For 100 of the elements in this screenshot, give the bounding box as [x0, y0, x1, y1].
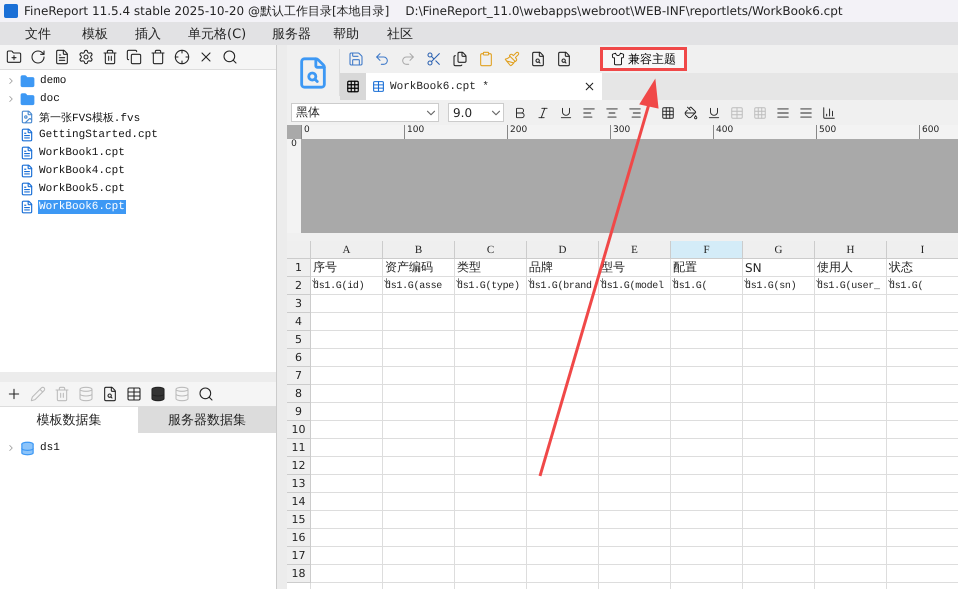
- column-header[interactable]: C: [455, 241, 527, 259]
- row-header[interactable]: 9: [287, 403, 311, 421]
- chart-icon[interactable]: [822, 106, 836, 120]
- cut-icon[interactable]: [426, 51, 442, 67]
- row-header[interactable]: 1: [287, 259, 311, 277]
- close-icon[interactable]: [583, 80, 596, 93]
- search-icon[interactable]: [530, 51, 546, 67]
- search-icon[interactable]: [222, 49, 238, 65]
- menu-item[interactable]: 模板: [82, 24, 135, 42]
- row-header[interactable]: 17: [287, 547, 311, 565]
- ruler-label: 500: [816, 125, 919, 139]
- file-path: D:\FineReport_11.0\webapps\webroot\WEB-INF\reportlets/WorkBook6.cpt: [405, 4, 843, 18]
- column-header[interactable]: E: [599, 241, 671, 259]
- ruler-label: 400: [713, 125, 816, 139]
- text-icon[interactable]: [776, 106, 790, 120]
- row-header[interactable]: 2: [287, 277, 311, 295]
- theme-button[interactable]: 兼容主题: [600, 47, 687, 71]
- menu-item[interactable]: 插入: [135, 24, 188, 42]
- row-header[interactable]: 13: [287, 475, 311, 493]
- table-cell: ds1.G(id): [313, 281, 364, 292]
- row-header[interactable]: 3: [287, 295, 311, 313]
- table-cell: ds1.G(brand: [529, 281, 592, 292]
- tab[interactable]: 服务器数据集: [138, 407, 276, 433]
- underline-icon[interactable]: [559, 106, 573, 120]
- menu-item[interactable]: 社区: [387, 24, 427, 42]
- menu-item[interactable]: 单元格(C): [188, 24, 272, 42]
- table-cell: ds1.G(model: [601, 281, 664, 292]
- table-cell: ds1.G(: [673, 281, 708, 292]
- document-tab[interactable]: WorkBook6.cpt *: [366, 73, 602, 100]
- border-icon[interactable]: [661, 106, 675, 120]
- tree-item[interactable]: GettingStarted.cpt: [38, 128, 159, 142]
- tree-item[interactable]: 第一张FVS模板.fvs: [38, 108, 142, 126]
- bold-icon[interactable]: [513, 106, 527, 120]
- copy-icon[interactable]: [452, 51, 468, 67]
- tree-item[interactable]: demo: [39, 74, 68, 88]
- new-folder-icon[interactable]: [6, 49, 22, 65]
- preview-icon[interactable]: [102, 386, 118, 402]
- row-header[interactable]: 10: [287, 421, 311, 439]
- menu-item[interactable]: 帮助: [333, 24, 387, 42]
- tree-item[interactable]: doc: [39, 92, 61, 106]
- align-center-icon[interactable]: [605, 106, 619, 120]
- trash-icon[interactable]: [150, 49, 166, 65]
- row-header[interactable]: 11: [287, 439, 311, 457]
- locate-icon[interactable]: [174, 49, 190, 65]
- document-icon[interactable]: [54, 49, 70, 65]
- table-cell: SN: [745, 260, 762, 274]
- table-icon[interactable]: [126, 386, 142, 402]
- save-icon[interactable]: [348, 51, 364, 67]
- tree-item[interactable]: WorkBook1.cpt: [38, 146, 126, 160]
- tree-item[interactable]: WorkBook5.cpt: [38, 182, 126, 196]
- column-header[interactable]: F: [671, 241, 743, 259]
- add-icon[interactable]: [6, 386, 22, 402]
- database-icon[interactable]: [150, 386, 166, 402]
- paragraph-icon[interactable]: [799, 106, 813, 120]
- italic-icon[interactable]: [536, 106, 550, 120]
- table-cell: ds1.G(type): [457, 281, 520, 292]
- row-header[interactable]: 6: [287, 349, 311, 367]
- table-icon: [372, 80, 385, 93]
- column-header[interactable]: B: [383, 241, 455, 259]
- search-icon[interactable]: [198, 386, 214, 402]
- ruler-label: 300: [610, 125, 713, 139]
- column-header[interactable]: D: [527, 241, 599, 259]
- row-header[interactable]: 16: [287, 529, 311, 547]
- fill-color-icon[interactable]: [684, 106, 698, 120]
- align-right-icon[interactable]: [628, 106, 642, 120]
- column-header[interactable]: I: [887, 241, 958, 259]
- row-header[interactable]: 5: [287, 331, 311, 349]
- shirt-icon: [611, 52, 625, 66]
- row-header[interactable]: 18: [287, 565, 311, 583]
- row-header[interactable]: 4: [287, 313, 311, 331]
- row-header[interactable]: 7: [287, 367, 311, 385]
- add-sheet-button[interactable]: [340, 73, 366, 100]
- file-icon: [20, 182, 34, 196]
- menu-item[interactable]: 文件: [25, 24, 82, 42]
- row-header[interactable]: 12: [287, 457, 311, 475]
- file-icon: [20, 200, 34, 214]
- row-header[interactable]: 15: [287, 511, 311, 529]
- table-cell: ds1.G(: [889, 281, 924, 292]
- delete-icon[interactable]: [102, 49, 118, 65]
- font-field[interactable]: 黑体: [291, 103, 439, 122]
- refresh-icon[interactable]: [30, 49, 46, 65]
- database-icon: [20, 440, 35, 456]
- undo-icon[interactable]: [374, 51, 390, 67]
- ruler-label: 100: [404, 125, 507, 139]
- tree-item[interactable]: ds1: [39, 441, 61, 455]
- menu-item[interactable]: 服务器: [272, 24, 333, 42]
- font-size-field[interactable]: 9.0: [448, 103, 504, 122]
- settings-icon[interactable]: [78, 49, 94, 65]
- preview-icon[interactable]: [556, 51, 572, 67]
- table-cell: 品牌: [529, 259, 553, 276]
- row-header[interactable]: 8: [287, 385, 311, 403]
- copy-icon[interactable]: [126, 49, 142, 65]
- table-cell: 状态: [889, 259, 913, 276]
- row-header[interactable]: 14: [287, 493, 311, 511]
- column-header[interactable]: A: [311, 241, 383, 259]
- align-left-icon[interactable]: [582, 106, 596, 120]
- tree-item[interactable]: WorkBook4.cpt: [38, 164, 126, 178]
- column-header[interactable]: G: [743, 241, 815, 259]
- column-header[interactable]: H: [815, 241, 887, 259]
- table-cell: 配置: [673, 259, 697, 276]
